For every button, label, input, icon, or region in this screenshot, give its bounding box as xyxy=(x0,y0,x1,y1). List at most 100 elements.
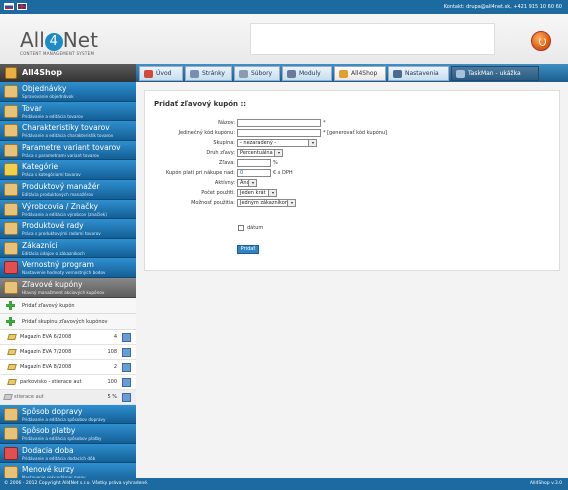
sidebar-item-vyrobcovia[interactable]: Výrobcovia / Značky Pridávanie a editáci… xyxy=(0,199,136,220)
copyright: © 2006 - 2012 Copyright All4Net s.r.o. V… xyxy=(4,481,149,486)
payment-icon xyxy=(4,427,18,441)
uk-flag-icon[interactable] xyxy=(17,3,27,10)
footer: © 2006 - 2012 Copyright All4Net s.r.o. V… xyxy=(0,478,568,490)
sidebar-item-kategorie[interactable]: Kategórie Práca s kategóriami tovarov xyxy=(0,160,136,180)
edit-icon[interactable] xyxy=(122,347,131,357)
folder-icon xyxy=(7,378,17,385)
customers-icon xyxy=(4,241,18,255)
tab-taskman[interactable]: TaskMan - ukážka xyxy=(451,66,539,81)
folder-icon xyxy=(7,363,17,370)
coupon-code-input[interactable] xyxy=(237,129,321,137)
product-icon xyxy=(4,104,18,118)
group-select[interactable]: - nezaradený - xyxy=(237,139,317,147)
edit-icon[interactable] xyxy=(122,362,131,372)
pages-icon xyxy=(190,70,199,78)
chevron-down-icon xyxy=(272,192,274,194)
usage-count-select[interactable]: Jeden krát xyxy=(237,189,277,197)
discount-input[interactable] xyxy=(237,159,271,167)
settings-icon xyxy=(393,70,402,78)
tab-moduly[interactable]: Moduly xyxy=(282,66,332,81)
date-checkbox-label: dátum xyxy=(247,225,264,231)
sidebar: Objednávky Spravovanie objednávok Tovar … xyxy=(0,82,136,483)
parameters-icon xyxy=(4,143,18,157)
contact-info: Kontakt: drupa@all4net.sk, +421 915 10 6… xyxy=(443,4,562,10)
sidebar-item-produktovy-manazer[interactable]: Produktový manažér Editácia produktových… xyxy=(0,179,136,200)
edit-icon[interactable] xyxy=(122,392,131,402)
chevron-down-icon xyxy=(278,152,280,154)
home-icon xyxy=(144,70,153,78)
shop-icon xyxy=(339,70,348,78)
generate-code-link[interactable]: * [generovať kód kupónu] xyxy=(323,130,387,136)
tab-nastavenia[interactable]: Nastavenia xyxy=(388,66,449,81)
coupon-item[interactable]: stierace aut 5 % xyxy=(0,389,136,405)
sidebar-item-vernostny-program[interactable]: Vernostný program Nastavenie hodnoty ver… xyxy=(0,258,136,278)
min-purchase-input[interactable]: 0 xyxy=(237,169,271,177)
coupon-group-item[interactable]: Magazín EVA 6/2008 4 xyxy=(0,329,136,345)
form-row-pocet: Počet použití: Jeden krát xyxy=(145,189,561,198)
edit-icon[interactable] xyxy=(122,377,131,387)
form-row-moznost: Možnosť použitia: Jedným zákazníkom xyxy=(145,199,561,208)
modules-icon xyxy=(287,70,296,78)
all4net-logo[interactable]: All 4 Net CONTENT MANAGEMENT SYSTEM xyxy=(20,28,130,58)
sidebar-item-zlavove-kupony[interactable]: Zľavové kupóny Hlavný manažment akciovýc… xyxy=(0,277,136,298)
tab-subory[interactable]: Súbory xyxy=(234,66,280,81)
plus-icon xyxy=(6,316,15,326)
plus-icon xyxy=(6,300,15,310)
form-row-kod: Jedinečný kód kupónu: * [generovať kód k… xyxy=(178,129,388,137)
taskman-icon xyxy=(456,70,465,78)
manufacturer-icon xyxy=(4,202,18,216)
delivery-icon xyxy=(4,407,18,421)
top-bar: Kontakt: drupa@all4net.sk, +421 915 10 6… xyxy=(0,0,568,14)
page-title: Pridať zľavový kupón :: xyxy=(154,100,247,108)
add-coupon-panel: Pridať zľavový kupón :: Názov: * Jedineč… xyxy=(144,90,560,271)
folder-icon xyxy=(7,333,17,340)
coupon-group-item[interactable]: Magazín EVA 8/2008 2 xyxy=(0,359,136,375)
submit-button[interactable]: Pridať xyxy=(237,245,259,254)
sidebar-item-tovar[interactable]: Tovar Pridávanie a editácia tovarov xyxy=(0,101,136,122)
sidebar-item-parametre[interactable]: Parametre variant tovarov Práca s parame… xyxy=(0,140,136,161)
add-coupon-group-link[interactable]: Pridať skupinu zľavových kupónov xyxy=(0,313,136,330)
manager-icon xyxy=(4,182,18,196)
calendar-icon xyxy=(4,446,18,460)
folder-icon xyxy=(7,348,17,355)
tab-uvod[interactable]: Úvod xyxy=(139,66,183,81)
discount-type-select[interactable]: Percentuálna xyxy=(237,149,283,157)
nav-section-title: All4Shop xyxy=(0,64,136,82)
edit-icon[interactable] xyxy=(122,332,131,342)
logout-power-icon[interactable] xyxy=(531,31,551,51)
chevron-down-icon xyxy=(291,202,293,204)
tab-stranky[interactable]: Stránky xyxy=(185,66,232,81)
usage-option-select[interactable]: Jedným zákazníkom xyxy=(237,199,296,207)
orders-icon xyxy=(4,85,18,98)
date-checkbox[interactable] xyxy=(238,225,244,231)
coupon-icon xyxy=(3,393,13,400)
sidebar-item-zakaznici[interactable]: Zákazníci Editácia údajov o zákazníkoch xyxy=(0,238,136,259)
chevron-down-icon xyxy=(252,182,254,184)
characteristics-icon xyxy=(4,124,18,138)
folder-icon xyxy=(4,163,18,177)
tab-all4shop[interactable]: All4Shop xyxy=(334,66,386,81)
sidebar-item-sposob-platby[interactable]: Spôsob platby Pridávanie a editácia spôs… xyxy=(0,424,136,444)
loyalty-icon xyxy=(4,261,18,275)
sidebar-item-objednavky[interactable]: Objednávky Spravovanie objednávok xyxy=(0,82,136,102)
main-content: Pridať zľavový kupón :: Názov: * Jedineč… xyxy=(136,82,568,478)
sidebar-item-charakteristiky[interactable]: Charakteristiky tovarov Pridávanie a edi… xyxy=(0,121,136,141)
sidebar-item-produktove-rady[interactable]: Produktové rady Práca s produktovými rad… xyxy=(0,219,136,239)
sidebar-item-dodacia-doba[interactable]: Dodacia doba Pridávanie a editácia dodac… xyxy=(0,443,136,464)
form-row-skupina: Skupina: - nezaradený - xyxy=(145,139,561,148)
shop-icon xyxy=(5,67,17,79)
coupon-group-item[interactable]: Magazín EVA 7/2008 108 xyxy=(0,344,136,360)
chevron-down-icon xyxy=(312,142,314,144)
product-lines-icon xyxy=(4,222,18,236)
sidebar-item-sposob-dopravy[interactable]: Spôsob dopravy Pridávanie a editácia spô… xyxy=(0,404,136,425)
coupon-icon xyxy=(4,280,18,294)
add-coupon-link[interactable]: Pridať zľavový kupón xyxy=(0,297,136,314)
main-nav: All4Shop Úvod Stránky Súbory Moduly All4… xyxy=(0,64,568,82)
slovak-flag-icon[interactable] xyxy=(4,3,14,10)
header-banner-box xyxy=(250,23,495,55)
active-select[interactable]: Áno xyxy=(237,179,257,187)
form-row-druh: Druh zľavy: Percentuálna xyxy=(145,149,561,158)
name-input[interactable] xyxy=(237,119,321,127)
coupon-group-item[interactable]: parkovisko - stierace aut 100 xyxy=(0,374,136,390)
form-row-nakup: Kupón platí pri nákupe nad: 0 € s DPH xyxy=(165,169,293,177)
